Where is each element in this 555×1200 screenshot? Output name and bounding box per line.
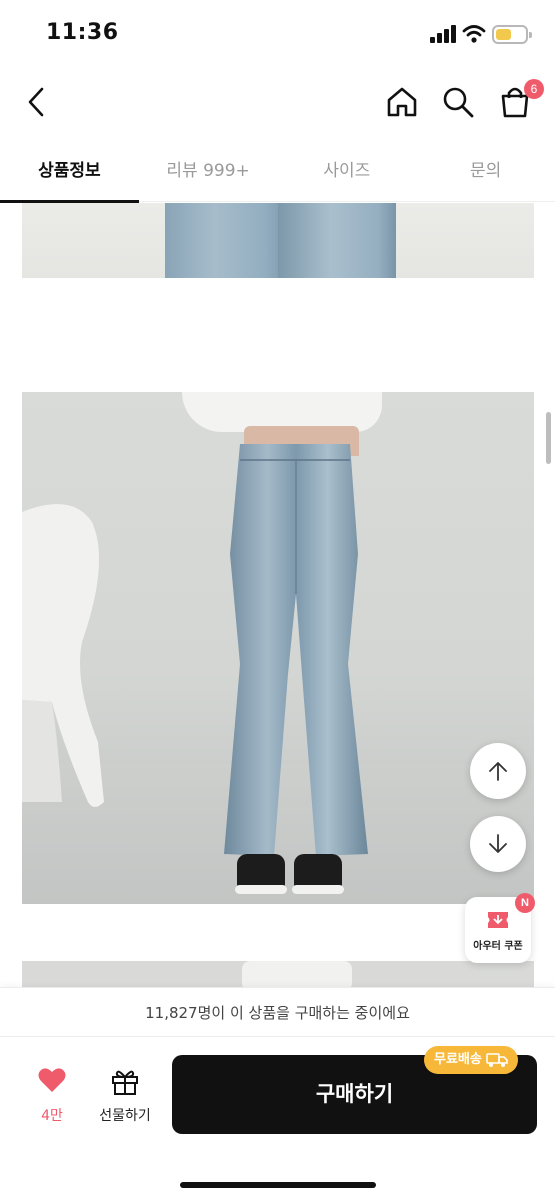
home-button[interactable] <box>382 82 422 122</box>
home-indicator <box>180 1182 376 1188</box>
gift-label: 선물하기 <box>99 1108 151 1124</box>
like-count: 4만 <box>41 1108 63 1124</box>
product-tabs: 상품정보 리뷰 999+ 사이즈 문의 <box>0 148 555 203</box>
product-image-top <box>22 203 534 278</box>
free-shipping-label: 무료배송 <box>434 1052 482 1067</box>
heart-icon <box>38 1068 66 1092</box>
arrow-up-icon <box>489 762 507 781</box>
search-button[interactable] <box>438 82 478 122</box>
status-bar: 11:36 <box>0 0 555 70</box>
tab-size[interactable]: 사이즈 <box>278 148 417 201</box>
jeans-shape <box>224 444 368 856</box>
truck-icon <box>486 1053 508 1067</box>
scrollbar[interactable] <box>546 412 551 464</box>
top-nav <box>0 70 555 134</box>
cart-count-badge: 6 <box>524 79 544 99</box>
buyers-count-text: 11,827명이 이 상품을 구매하는 중이에요 <box>0 987 555 1037</box>
new-badge: N <box>515 893 535 913</box>
status-time: 11:36 <box>46 20 119 45</box>
like-button[interactable]: 4만 <box>26 1067 78 1127</box>
tab-product-info[interactable]: 상품정보 <box>0 148 139 203</box>
gift-icon <box>112 1070 138 1095</box>
home-icon <box>387 87 417 117</box>
search-icon <box>443 87 474 118</box>
scroll-down-button[interactable] <box>470 816 526 872</box>
chair-shape <box>22 504 104 807</box>
arrow-down-icon <box>489 834 507 853</box>
signal-icon <box>430 25 456 43</box>
tab-inquiry[interactable]: 문의 <box>416 148 555 201</box>
free-shipping-badge: 무료배송 <box>424 1046 518 1074</box>
product-image-main <box>22 392 534 904</box>
scroll-up-button[interactable] <box>470 743 526 799</box>
battery-icon <box>492 25 532 44</box>
coupon-icon <box>488 912 508 928</box>
back-button[interactable] <box>18 82 54 122</box>
wifi-icon <box>462 25 486 43</box>
back-icon <box>28 87 44 117</box>
tab-reviews[interactable]: 리뷰 999+ <box>139 148 278 201</box>
gift-button[interactable]: 선물하기 <box>92 1067 158 1127</box>
coupon-label: 아우터 쿠폰 <box>473 941 523 952</box>
